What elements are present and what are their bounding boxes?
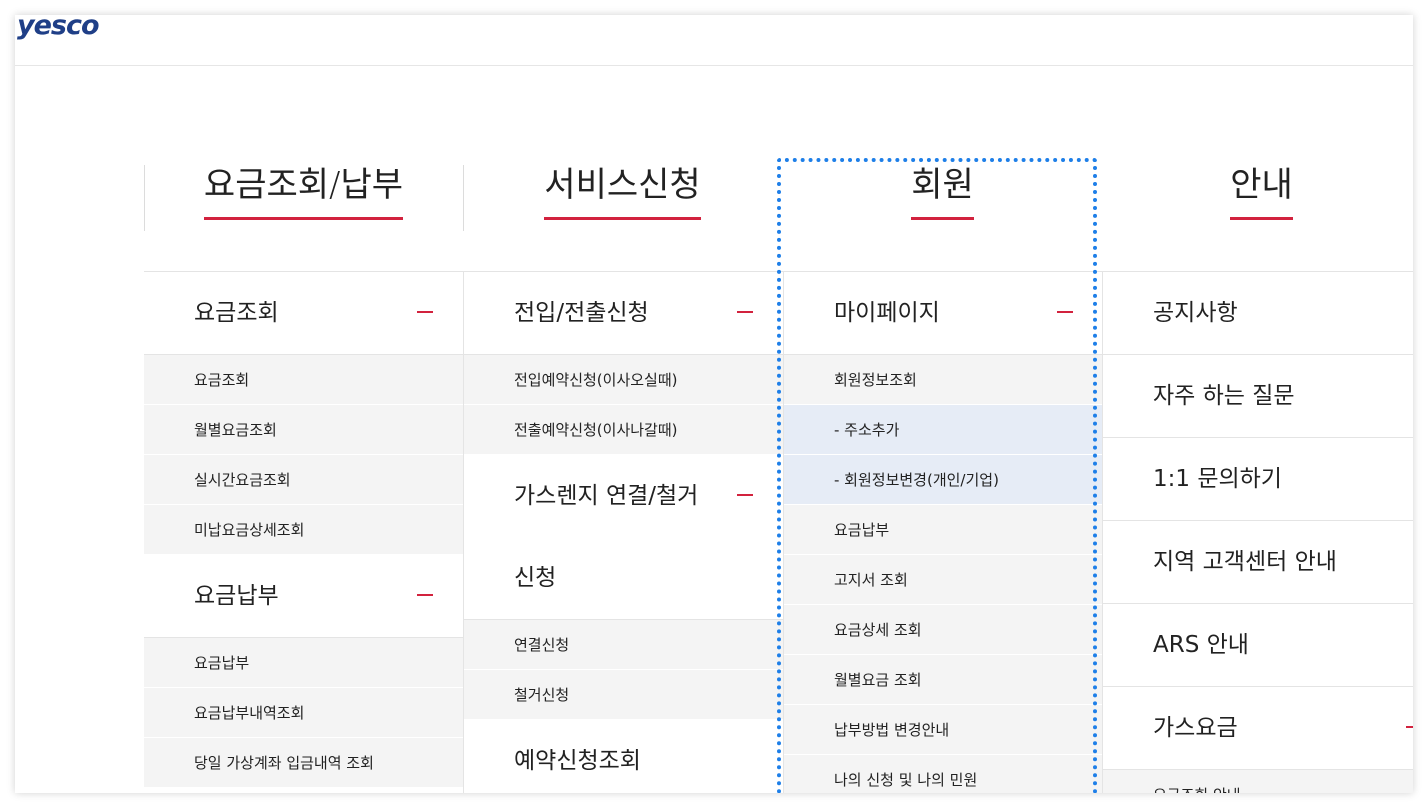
collapse-minus-icon[interactable] (737, 311, 753, 313)
column-title-billing[interactable]: 요금조회/납부 (203, 165, 404, 220)
menu-item-inquiry[interactable]: 1:1 문의하기 (1103, 438, 1413, 521)
group-label-line1: 가스렌지 연결/철거 (514, 483, 699, 509)
menu-item-notice[interactable]: 공지사항 (1103, 272, 1413, 355)
submenu-item[interactable]: 요금조회 안내 (1103, 770, 1413, 793)
info-list: 공지사항 자주 하는 질문 1:1 문의하기 지역 고객센터 안내 ARS 안내… (1102, 271, 1413, 793)
submenu-item[interactable]: 월별요금조회 (144, 405, 463, 455)
submenu-item[interactable]: 요금조회 (144, 355, 463, 405)
collapse-minus-icon[interactable] (737, 494, 753, 496)
submenu-item[interactable]: 실시간요금조회 (144, 455, 463, 505)
menu-item-ars[interactable]: ARS 안내 (1103, 604, 1413, 687)
group-label: 예약신청조회 (514, 748, 641, 774)
submenu-item[interactable]: 연결신청 (464, 620, 783, 670)
menu-item-service-center[interactable]: 지역 고객센터 안내 (1103, 521, 1413, 604)
collapse-minus-icon[interactable] (417, 594, 433, 596)
collapse-minus-icon[interactable] (417, 311, 433, 313)
submenu-item[interactable]: 전출예약신청(이사나갈때) (464, 405, 783, 455)
group-reservation-inquiry[interactable]: 예약신청조회 (464, 720, 783, 793)
group-label: 요금납부 (194, 583, 279, 609)
group-billing-payment[interactable]: 요금납부 (144, 555, 463, 638)
page-frame: yesco 요금조회/납부 요금조회 요금조회 월별요금조회 실시간요금조회 미… (15, 15, 1413, 793)
group-range-connect[interactable]: 가스렌지 연결/철거 신청 (464, 455, 783, 620)
group-billing-inquiry[interactable]: 요금조회 (144, 272, 463, 355)
submenu-item[interactable]: 미납요금상세조회 (144, 505, 463, 555)
group-label: 전입/전출신청 (514, 300, 649, 326)
column-title-service[interactable]: 서비스신청 (544, 165, 701, 220)
menu-item-gas-rates[interactable]: 가스요금 (1103, 687, 1413, 770)
menu-item-faq[interactable]: 자주 하는 질문 (1103, 355, 1413, 438)
collapse-minus-icon[interactable] (1406, 726, 1413, 728)
column-title-info[interactable]: 안내 (1230, 165, 1293, 220)
billing-list: 요금조회 요금조회 월별요금조회 실시간요금조회 미납요금상세조회 요금납부 요… (144, 271, 463, 788)
submenu-item[interactable]: 전입예약신청(이사오실때) (464, 355, 783, 405)
submenu-item[interactable]: 당일 가상계좌 입금내역 조회 (144, 738, 463, 788)
group-label-line2: 신청 (514, 565, 557, 591)
group-move-in-out[interactable]: 전입/전출신청 (464, 272, 783, 355)
submenu-item[interactable]: 철거신청 (464, 670, 783, 720)
submenu-item[interactable]: 요금납부 (144, 638, 463, 688)
submenu-item[interactable]: 요금납부내역조회 (144, 688, 463, 738)
highlight-dotted-box (777, 158, 1097, 793)
header: yesco (15, 15, 1413, 66)
group-label: 요금조회 (194, 300, 279, 326)
yesco-logo[interactable]: yesco (17, 15, 100, 41)
service-list: 전입/전출신청 전입예약신청(이사오실때) 전출예약신청(이사나갈때) 가스렌지… (463, 271, 783, 793)
